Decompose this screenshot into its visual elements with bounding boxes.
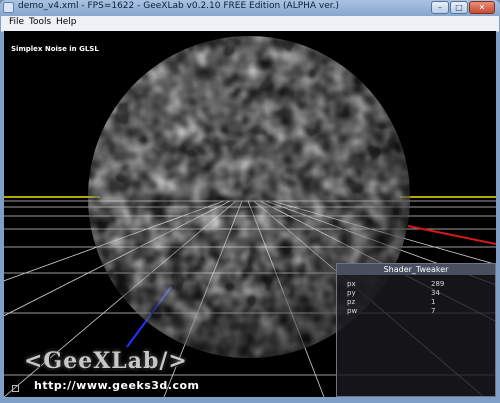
- param-row-pz[interactable]: pz 1: [337, 298, 495, 307]
- param-row-pw[interactable]: pw 7: [337, 307, 495, 316]
- demo-label: Simplex Noise in GLSL: [11, 45, 99, 53]
- website-url: http://www.geeks3d.com: [34, 379, 200, 392]
- status-bar: [1, 397, 499, 402]
- menu-help[interactable]: Help: [56, 17, 77, 27]
- menu-bar: File Tools Help: [1, 16, 499, 32]
- tweaker-title[interactable]: Shader_Tweaker: [337, 264, 495, 275]
- viewport-small-icon: [12, 385, 19, 392]
- maximize-button[interactable]: □: [450, 1, 468, 14]
- render-viewport[interactable]: Simplex Noise in GLSL Shader_Tweaker px …: [4, 31, 496, 397]
- param-value[interactable]: 34: [431, 289, 440, 297]
- param-value[interactable]: 289: [431, 280, 444, 288]
- menu-file[interactable]: File: [9, 17, 24, 27]
- param-value[interactable]: 7: [431, 307, 435, 315]
- window-title: demo_v4.xml - FPS=1622 - GeeXLab v0.2.10…: [18, 1, 340, 11]
- title-bar[interactable]: demo_v4.xml - FPS=1622 - GeeXLab v0.2.10…: [0, 0, 500, 16]
- geexlab-logo: <GeeXLab/>: [24, 348, 188, 374]
- close-button[interactable]: ✕: [469, 1, 495, 14]
- param-name: pw: [347, 307, 358, 315]
- param-value[interactable]: 1: [431, 298, 435, 306]
- geexlab-window: demo_v4.xml - FPS=1622 - GeeXLab v0.2.10…: [0, 0, 500, 403]
- param-row-py[interactable]: py 34: [337, 289, 495, 298]
- app-icon: [3, 2, 14, 13]
- param-name: px: [347, 280, 356, 288]
- shader-tweaker-panel[interactable]: Shader_Tweaker px 289 py 34 pz 1 pw 7: [336, 263, 496, 397]
- param-name: pz: [347, 298, 356, 306]
- minimize-button[interactable]: –: [431, 1, 449, 14]
- param-row-px[interactable]: px 289: [337, 280, 495, 289]
- menu-tools[interactable]: Tools: [29, 17, 51, 27]
- param-name: py: [347, 289, 356, 297]
